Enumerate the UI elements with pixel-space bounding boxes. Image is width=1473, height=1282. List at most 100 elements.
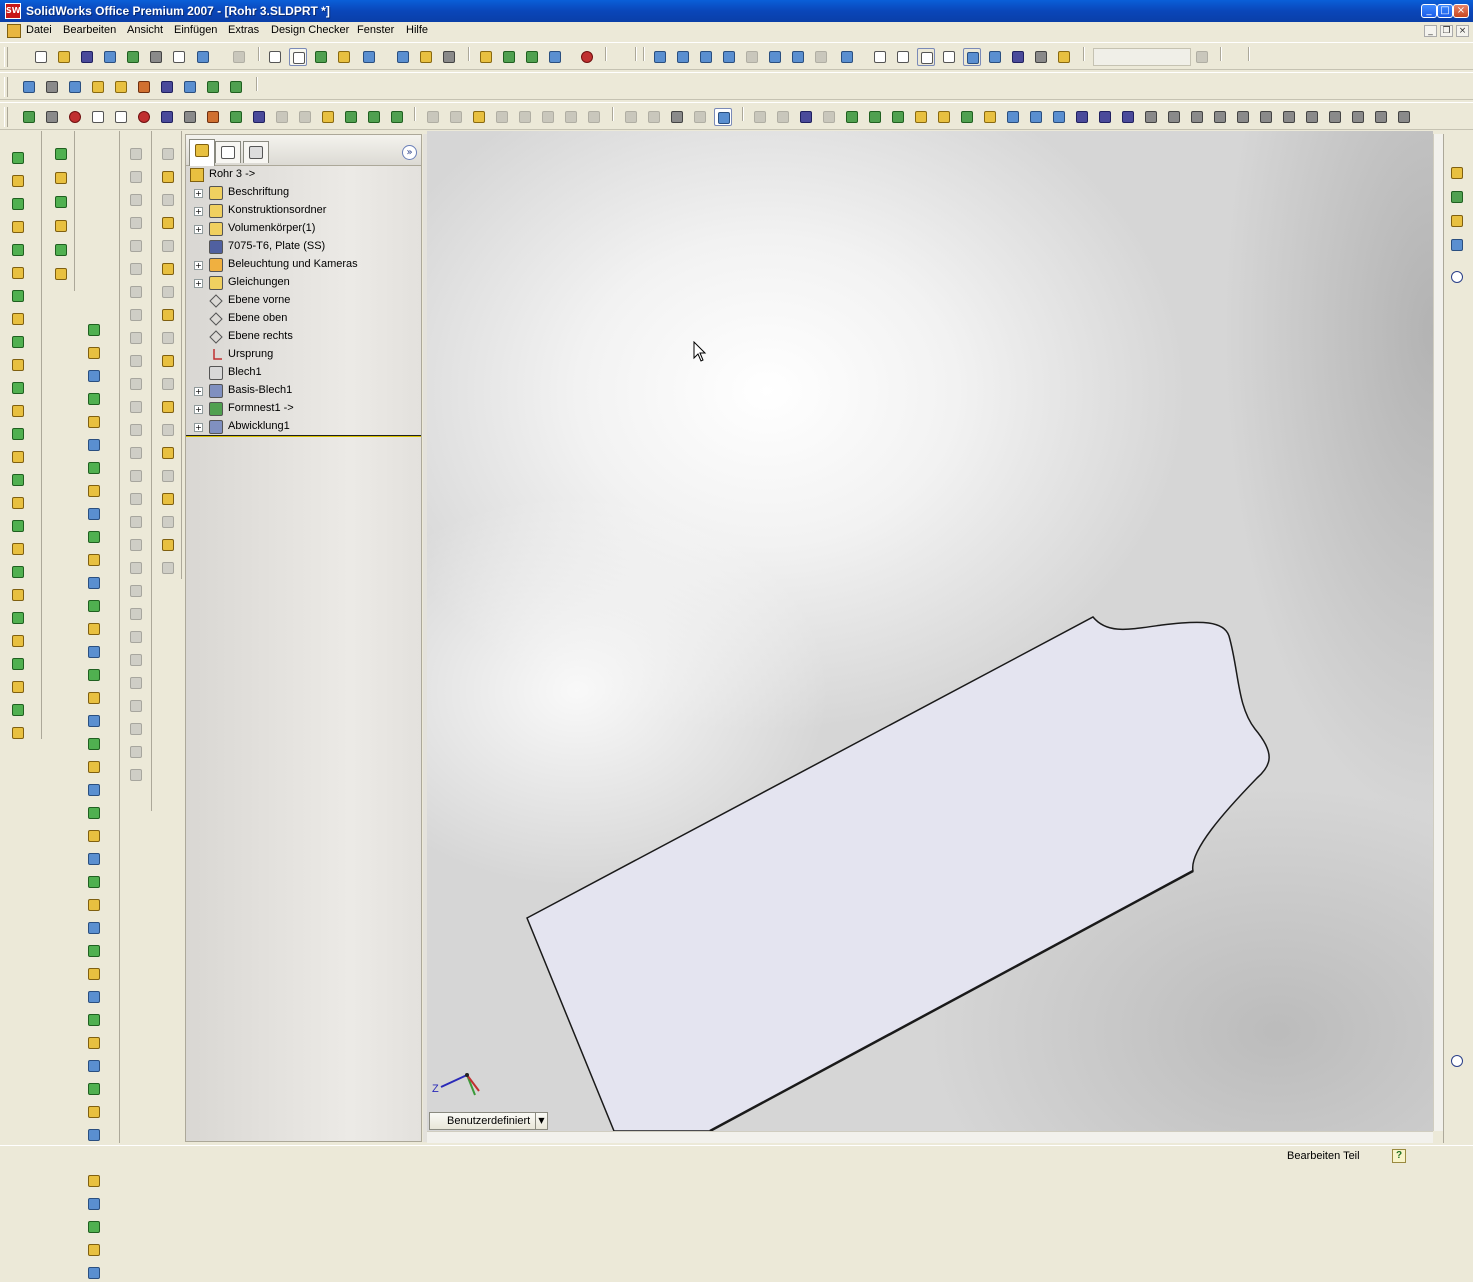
macro-button-icon[interactable] xyxy=(158,108,176,126)
tool-icon[interactable] xyxy=(9,632,27,650)
save-icon[interactable] xyxy=(78,48,96,66)
tool-icon[interactable] xyxy=(127,651,145,669)
tool-icon[interactable] xyxy=(9,241,27,259)
tree-item[interactable]: + Abwicklung1 xyxy=(186,418,421,436)
stop-macro-icon[interactable] xyxy=(43,108,61,126)
tool-icon[interactable] xyxy=(159,444,177,462)
zoom-to-selection-icon[interactable] xyxy=(743,48,761,66)
disabled-tool-icon[interactable] xyxy=(273,108,291,126)
expand-plus-icon[interactable]: + xyxy=(194,423,203,432)
reference-plane-icon[interactable] xyxy=(477,48,495,66)
tool-icon[interactable] xyxy=(127,145,145,163)
tool-icon[interactable] xyxy=(127,283,145,301)
tree-item[interactable]: + Basis-Blech1 xyxy=(186,382,421,400)
user-add-icon[interactable] xyxy=(365,108,383,126)
filter-text-icon[interactable] xyxy=(1349,108,1367,126)
disabled-tool-icon[interactable] xyxy=(562,108,580,126)
coordinate-system-icon[interactable] xyxy=(546,48,564,66)
tool-icon[interactable] xyxy=(127,329,145,347)
shaded-icon[interactable] xyxy=(986,48,1004,66)
import-diagnostics-icon[interactable] xyxy=(181,78,199,96)
tool-icon[interactable] xyxy=(85,1126,103,1144)
tool-icon[interactable] xyxy=(159,329,177,347)
tool-icon[interactable] xyxy=(9,287,27,305)
tool-icon[interactable] xyxy=(159,352,177,370)
tool-icon[interactable] xyxy=(85,1195,103,1213)
filter-face-icon[interactable] xyxy=(889,108,907,126)
filter-hole-icon[interactable] xyxy=(1188,108,1206,126)
tool-icon[interactable] xyxy=(159,145,177,163)
filter-surface-icon[interactable] xyxy=(912,108,930,126)
redo-icon[interactable] xyxy=(230,48,248,66)
hidden-lines-removed-icon[interactable] xyxy=(917,48,935,66)
tool-icon[interactable] xyxy=(85,1241,103,1259)
doc-restore-button[interactable]: ❐ xyxy=(1440,25,1453,37)
tool-icon[interactable] xyxy=(159,214,177,232)
tree-item[interactable]: + Beschriftung xyxy=(186,184,421,202)
tool-icon[interactable] xyxy=(85,459,103,477)
tool-icon[interactable] xyxy=(9,678,27,696)
disabled-tool-icon[interactable] xyxy=(622,108,640,126)
tree-item[interactable]: Blech1 xyxy=(186,364,421,382)
tool-icon[interactable] xyxy=(52,241,70,259)
tree-item[interactable]: Ursprung xyxy=(186,346,421,364)
filter-centerline-icon[interactable] xyxy=(1234,108,1252,126)
tool-icon[interactable] xyxy=(159,398,177,416)
filter-dimension-icon[interactable] xyxy=(1027,108,1045,126)
tool-icon[interactable] xyxy=(85,919,103,937)
view-orientation-select[interactable]: Benutzerdefiniert ▼ xyxy=(429,1112,548,1130)
library-icon[interactable] xyxy=(319,108,337,126)
tool-icon[interactable] xyxy=(127,697,145,715)
tool-icon[interactable] xyxy=(85,689,103,707)
tree-item[interactable]: + Formnest1 -> xyxy=(186,400,421,418)
tool-icon[interactable] xyxy=(9,609,27,627)
pen-icon[interactable] xyxy=(204,108,222,126)
realview-icon[interactable] xyxy=(1055,48,1073,66)
tool-icon[interactable] xyxy=(127,237,145,255)
rollback-bar[interactable] xyxy=(186,435,421,437)
tree-item[interactable]: Ebene vorne xyxy=(186,292,421,310)
tool-icon[interactable] xyxy=(9,379,27,397)
tool-icon[interactable] xyxy=(127,582,145,600)
filter-clear-icon[interactable] xyxy=(1372,108,1390,126)
tool-icon[interactable] xyxy=(127,306,145,324)
tool-icon[interactable] xyxy=(159,375,177,393)
tool-icon[interactable] xyxy=(85,873,103,891)
select-icon[interactable] xyxy=(266,48,284,66)
tree-item[interactable]: + Beleuchtung und Kameras xyxy=(186,256,421,274)
disabled-tool-icon[interactable] xyxy=(493,108,511,126)
disabled-tool-icon[interactable] xyxy=(424,108,442,126)
solidworks-app-icon[interactable]: SW xyxy=(5,3,21,19)
tool-icon[interactable] xyxy=(9,563,27,581)
disabled-tool-icon[interactable] xyxy=(516,108,534,126)
tool-icon[interactable] xyxy=(9,494,27,512)
collapse-pane-icon[interactable] xyxy=(1448,268,1466,286)
tool-icon[interactable] xyxy=(127,168,145,186)
tool-icon[interactable] xyxy=(85,896,103,914)
tool-icon[interactable] xyxy=(9,356,27,374)
undo-icon[interactable] xyxy=(194,48,212,66)
feature-statistics-icon[interactable] xyxy=(227,78,245,96)
filter-balloon-icon[interactable] xyxy=(1165,108,1183,126)
tool-icon[interactable] xyxy=(127,536,145,554)
lines-icon[interactable] xyxy=(668,108,686,126)
tool-icon[interactable] xyxy=(85,1172,103,1190)
record-macro-icon[interactable] xyxy=(578,48,596,66)
disabled-tool-icon[interactable] xyxy=(585,108,603,126)
tool-icon[interactable] xyxy=(159,283,177,301)
expand-plus-icon[interactable]: + xyxy=(194,207,203,216)
filter-sketch-icon[interactable] xyxy=(1326,108,1344,126)
tool-icon[interactable] xyxy=(52,193,70,211)
filter-icon[interactable] xyxy=(774,108,792,126)
maximize-button[interactable]: □ xyxy=(1437,4,1453,18)
filter-centermark-icon[interactable] xyxy=(1211,108,1229,126)
help-icon[interactable] xyxy=(417,48,435,66)
open-folder-icon[interactable] xyxy=(55,48,73,66)
filter-note-icon[interactable] xyxy=(1050,108,1068,126)
tree-item[interactable]: + Konstruktionsordner xyxy=(186,202,421,220)
disabled-tool-icon[interactable] xyxy=(691,108,709,126)
filter-dowel-icon[interactable] xyxy=(1257,108,1275,126)
filter-icon[interactable] xyxy=(751,108,769,126)
camera-icon[interactable] xyxy=(440,48,458,66)
tree-item[interactable]: 7075-T6, Plate (SS) xyxy=(186,238,421,256)
